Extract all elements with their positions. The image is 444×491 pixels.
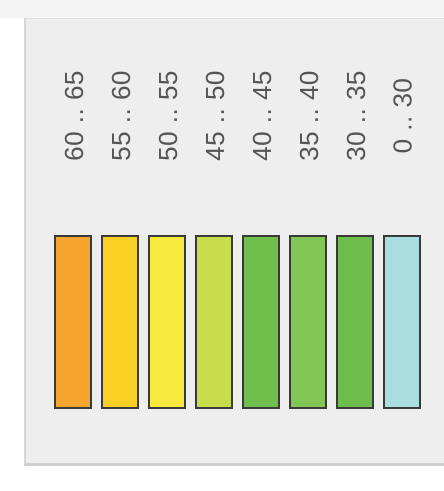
range-label: 55 .. 60 bbox=[101, 40, 141, 190]
color-legend: 60 .. 65 55 .. 60 50 .. 55 45 .. 50 40 .… bbox=[54, 40, 444, 420]
legend-item-50-55: 50 .. 55 bbox=[148, 40, 188, 420]
range-label: 45 .. 50 bbox=[195, 40, 235, 190]
range-label: 50 .. 55 bbox=[148, 40, 188, 190]
range-label: 40 .. 45 bbox=[242, 40, 282, 190]
top-strip bbox=[0, 0, 444, 18]
color-swatch bbox=[195, 235, 233, 409]
legend-item-0-30: 0 .. 30 bbox=[383, 40, 423, 420]
range-label: 60 .. 65 bbox=[54, 40, 94, 190]
range-text: 0 .. 30 bbox=[387, 77, 418, 153]
range-text: 50 .. 55 bbox=[152, 69, 183, 161]
legend-item-30-35: 30 .. 35 bbox=[336, 40, 376, 420]
range-text: 45 .. 50 bbox=[199, 69, 230, 161]
range-label: 30 .. 35 bbox=[336, 40, 376, 190]
color-swatch bbox=[383, 235, 421, 409]
legend-item-60-65: 60 .. 65 bbox=[54, 40, 94, 420]
range-text: 35 .. 40 bbox=[293, 69, 324, 161]
range-label: 0 .. 30 bbox=[383, 40, 423, 190]
color-swatch bbox=[289, 235, 327, 409]
color-swatch bbox=[54, 235, 92, 409]
legend-item-35-40: 35 .. 40 bbox=[289, 40, 329, 420]
color-swatch bbox=[336, 235, 374, 409]
range-text: 60 .. 65 bbox=[58, 69, 89, 161]
legend-item-55-60: 55 .. 60 bbox=[101, 40, 141, 420]
color-swatch bbox=[101, 235, 139, 409]
range-label: 35 .. 40 bbox=[289, 40, 329, 190]
legend-item-45-50: 45 .. 50 bbox=[195, 40, 235, 420]
color-swatch bbox=[148, 235, 186, 409]
legend-item-40-45: 40 .. 45 bbox=[242, 40, 282, 420]
range-text: 30 .. 35 bbox=[340, 69, 371, 161]
range-text: 55 .. 60 bbox=[105, 69, 136, 161]
range-text: 40 .. 45 bbox=[246, 69, 277, 161]
color-swatch bbox=[242, 235, 280, 409]
